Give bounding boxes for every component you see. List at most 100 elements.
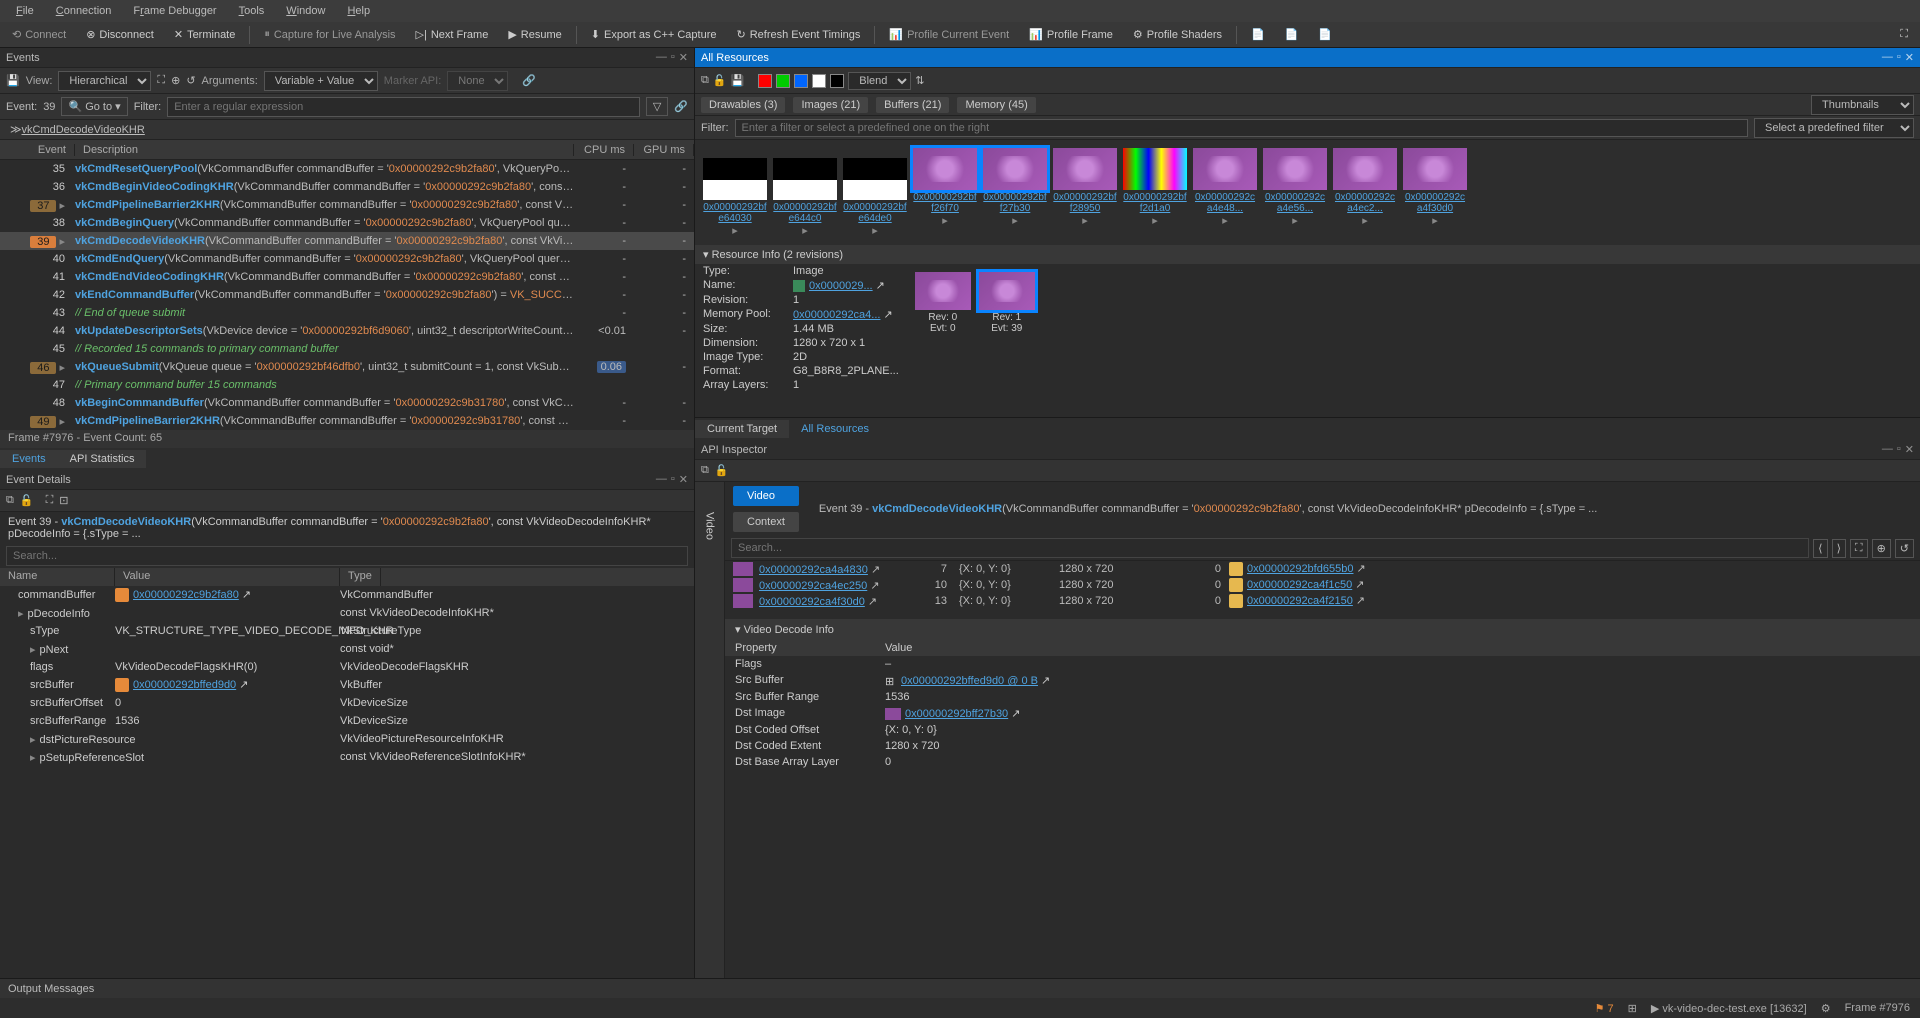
- filter-input[interactable]: [167, 97, 640, 117]
- args-select[interactable]: Variable + Value: [264, 71, 378, 91]
- export-cpp-button[interactable]: ⬇ Export as C++ Capture: [585, 26, 723, 43]
- minimize-icon[interactable]: —: [1882, 443, 1893, 456]
- resource-thumbnail[interactable]: 0x00000292ca4e56... ▸: [1263, 148, 1327, 237]
- tab-images[interactable]: Images (21): [793, 97, 868, 113]
- black-channel-button[interactable]: [830, 74, 844, 88]
- link-icon[interactable]: 🔗: [522, 74, 536, 87]
- event-row[interactable]: 48vkBeginCommandBuffer(VkCommandBuffer c…: [0, 394, 694, 412]
- link2-icon[interactable]: 🔗: [674, 100, 688, 113]
- profile-event-button[interactable]: 📊 Profile Current Event: [883, 26, 1015, 43]
- resource-thumbnail[interactable]: 0x00000292bfe64de0 ▸: [843, 148, 907, 237]
- restore-icon[interactable]: ▫: [671, 51, 675, 64]
- doc2-icon[interactable]: 📄: [1279, 26, 1305, 43]
- lock-icon[interactable]: 🔓: [715, 464, 729, 477]
- save-icon[interactable]: 💾: [731, 74, 745, 87]
- menu-connection[interactable]: Connection: [48, 3, 120, 19]
- menu-frame-debugger[interactable]: Frame Debugger: [125, 3, 224, 19]
- property-row[interactable]: commandBuffer0x00000292c9b2fa80 ↗VkComma…: [0, 586, 694, 604]
- minimize-icon[interactable]: —: [1882, 51, 1893, 64]
- gear-icon[interactable]: ⚙: [1821, 1002, 1831, 1015]
- restore-icon[interactable]: ▫: [1897, 443, 1901, 456]
- expand-icon[interactable]: ⛶: [157, 74, 165, 87]
- restore-icon[interactable]: ▫: [671, 473, 675, 486]
- resource-thumbnail[interactable]: 0x00000292bfe644c0 ▸: [773, 148, 837, 237]
- thumbnail-grid[interactable]: 0x00000292bfe64030 ▸0x00000292bfe644c0 ▸…: [695, 140, 1920, 245]
- goto-button[interactable]: 🔍 Go to ▾: [61, 97, 127, 116]
- marker-select[interactable]: None: [447, 71, 508, 91]
- pop-out-icon[interactable]: ⧉: [701, 74, 709, 87]
- property-row[interactable]: ▸pSetupReferenceSlotconst VkVideoReferen…: [0, 748, 694, 766]
- inspector-search-input[interactable]: [731, 538, 1809, 558]
- video-tab-button[interactable]: Video: [733, 486, 799, 506]
- property-row[interactable]: ▸pNextconst void*: [0, 640, 694, 658]
- fit-icon[interactable]: ⊕: [1872, 539, 1891, 558]
- event-row[interactable]: 42vkEndCommandBuffer(VkCommandBuffer com…: [0, 286, 694, 304]
- lock-icon[interactable]: 🔓: [713, 74, 727, 87]
- maximize-icon[interactable]: ⛶: [1894, 26, 1914, 43]
- context-tab-button[interactable]: Context: [733, 512, 799, 532]
- resource-thumbnail[interactable]: 0x00000292bff27b30 ▸: [983, 148, 1047, 237]
- restore-icon[interactable]: ▫: [1897, 51, 1901, 64]
- pop-out-icon[interactable]: ⧉: [701, 464, 709, 477]
- video-decode-section[interactable]: ▾ Video Decode Info: [725, 619, 1920, 640]
- event-row[interactable]: 36vkCmdBeginVideoCodingKHR(VkCommandBuff…: [0, 178, 694, 196]
- resource-thumbnail[interactable]: 0x00000292bff2d1a0 ▸: [1123, 148, 1187, 237]
- save-icon[interactable]: 💾: [6, 74, 20, 87]
- filter-dropdown-icon[interactable]: ▽: [646, 97, 668, 116]
- close-icon[interactable]: ✕: [679, 51, 688, 64]
- event-row[interactable]: 49 ▸vkCmdPipelineBarrier2KHR(VkCommandBu…: [0, 412, 694, 430]
- tab-all-resources[interactable]: All Resources: [789, 420, 881, 438]
- event-row[interactable]: 40vkCmdEndQuery(VkCommandBuffer commandB…: [0, 250, 694, 268]
- property-row[interactable]: ▸pDecodeInfoconst VkVideoDecodeInfoKHR*: [0, 604, 694, 622]
- resource-filter-input[interactable]: [735, 119, 1749, 137]
- menu-window[interactable]: Window: [278, 3, 333, 19]
- expand-icon[interactable]: ⛶: [46, 494, 54, 507]
- property-row[interactable]: flagsVkVideoDecodeFlagsKHR(0)VkVideoDeco…: [0, 658, 694, 676]
- capture-live-button[interactable]: ⏸ Capture for Live Analysis: [258, 26, 401, 43]
- revision-thumbnail[interactable]: Rev: 1Evt: 39: [979, 272, 1035, 384]
- minimize-icon[interactable]: —: [656, 51, 667, 64]
- alpha-channel-button[interactable]: [812, 74, 826, 88]
- reset-icon[interactable]: ↺: [186, 74, 195, 87]
- profile-shaders-button[interactable]: ⚙ Profile Shaders: [1127, 26, 1228, 43]
- output-messages-bar[interactable]: Output Messages: [0, 978, 1920, 998]
- disconnect-button[interactable]: ⊗ Disconnect: [80, 26, 160, 43]
- resource-thumbnail[interactable]: 0x00000292ca4f30d0 ▸: [1403, 148, 1467, 237]
- inspector-data-row[interactable]: 0x00000292ca4f30d0 ↗13{X: 0, Y: 0}1280 x…: [725, 593, 1920, 609]
- predefined-filter-select[interactable]: Select a predefined filter: [1754, 118, 1914, 138]
- flag-icon[interactable]: ⚑ 7: [1595, 1002, 1614, 1015]
- revision-thumbnail[interactable]: Rev: 0Evt: 0: [915, 272, 971, 384]
- property-row[interactable]: ▸dstPictureResourceVkVideoPictureResourc…: [0, 730, 694, 748]
- event-row[interactable]: 47// Primary command buffer 15 commands: [0, 376, 694, 394]
- tab-events[interactable]: Events: [0, 450, 58, 468]
- close-icon[interactable]: ✕: [1905, 443, 1914, 456]
- property-row[interactable]: sTypeVK_STRUCTURE_TYPE_VIDEO_DECODE_INFO…: [0, 622, 694, 640]
- view-mode-select[interactable]: Thumbnails: [1811, 95, 1914, 115]
- resume-button[interactable]: ▶ Resume: [502, 26, 567, 43]
- fit-icon[interactable]: ⊡: [59, 494, 68, 507]
- lock-icon[interactable]: 🔓: [20, 494, 34, 507]
- property-row[interactable]: srcBufferRange1536VkDeviceSize: [0, 712, 694, 730]
- doc1-icon[interactable]: 📄: [1245, 26, 1271, 43]
- tab-buffers[interactable]: Buffers (21): [876, 97, 949, 113]
- green-channel-button[interactable]: [776, 74, 790, 88]
- property-row[interactable]: srcBufferOffset0VkDeviceSize: [0, 694, 694, 712]
- tab-current-target[interactable]: Current Target: [695, 420, 789, 438]
- pop-out-icon[interactable]: ⧉: [6, 494, 14, 507]
- nav-prev-icon[interactable]: ⟨: [1813, 539, 1827, 558]
- expand-icon[interactable]: ⛶: [1850, 539, 1868, 558]
- nav-next-icon[interactable]: ⟩: [1832, 539, 1846, 558]
- close-icon[interactable]: ✕: [1905, 51, 1914, 64]
- event-row[interactable]: 39 ▸vkCmdDecodeVideoKHR(VkCommandBuffer …: [0, 232, 694, 250]
- connect-button[interactable]: ⟲ Connect: [6, 26, 72, 43]
- close-icon[interactable]: ✕: [679, 473, 688, 486]
- event-row[interactable]: 44vkUpdateDescriptorSets(VkDevice device…: [0, 322, 694, 340]
- next-frame-button[interactable]: ▷| Next Frame: [410, 26, 495, 43]
- event-row[interactable]: 46 ▸vkQueueSubmit(VkQueue queue = '0x000…: [0, 358, 694, 376]
- inspector-data-row[interactable]: 0x00000292ca4a4830 ↗7{X: 0, Y: 0}1280 x …: [725, 561, 1920, 577]
- blend-select[interactable]: Blend: [848, 72, 911, 90]
- reset-icon[interactable]: ↺: [1895, 539, 1914, 558]
- profile-frame-button[interactable]: 📊 Profile Frame: [1023, 26, 1119, 43]
- inspector-data-row[interactable]: 0x00000292ca4ec250 ↗10{X: 0, Y: 0}1280 x…: [725, 577, 1920, 593]
- menu-help[interactable]: Help: [339, 3, 378, 19]
